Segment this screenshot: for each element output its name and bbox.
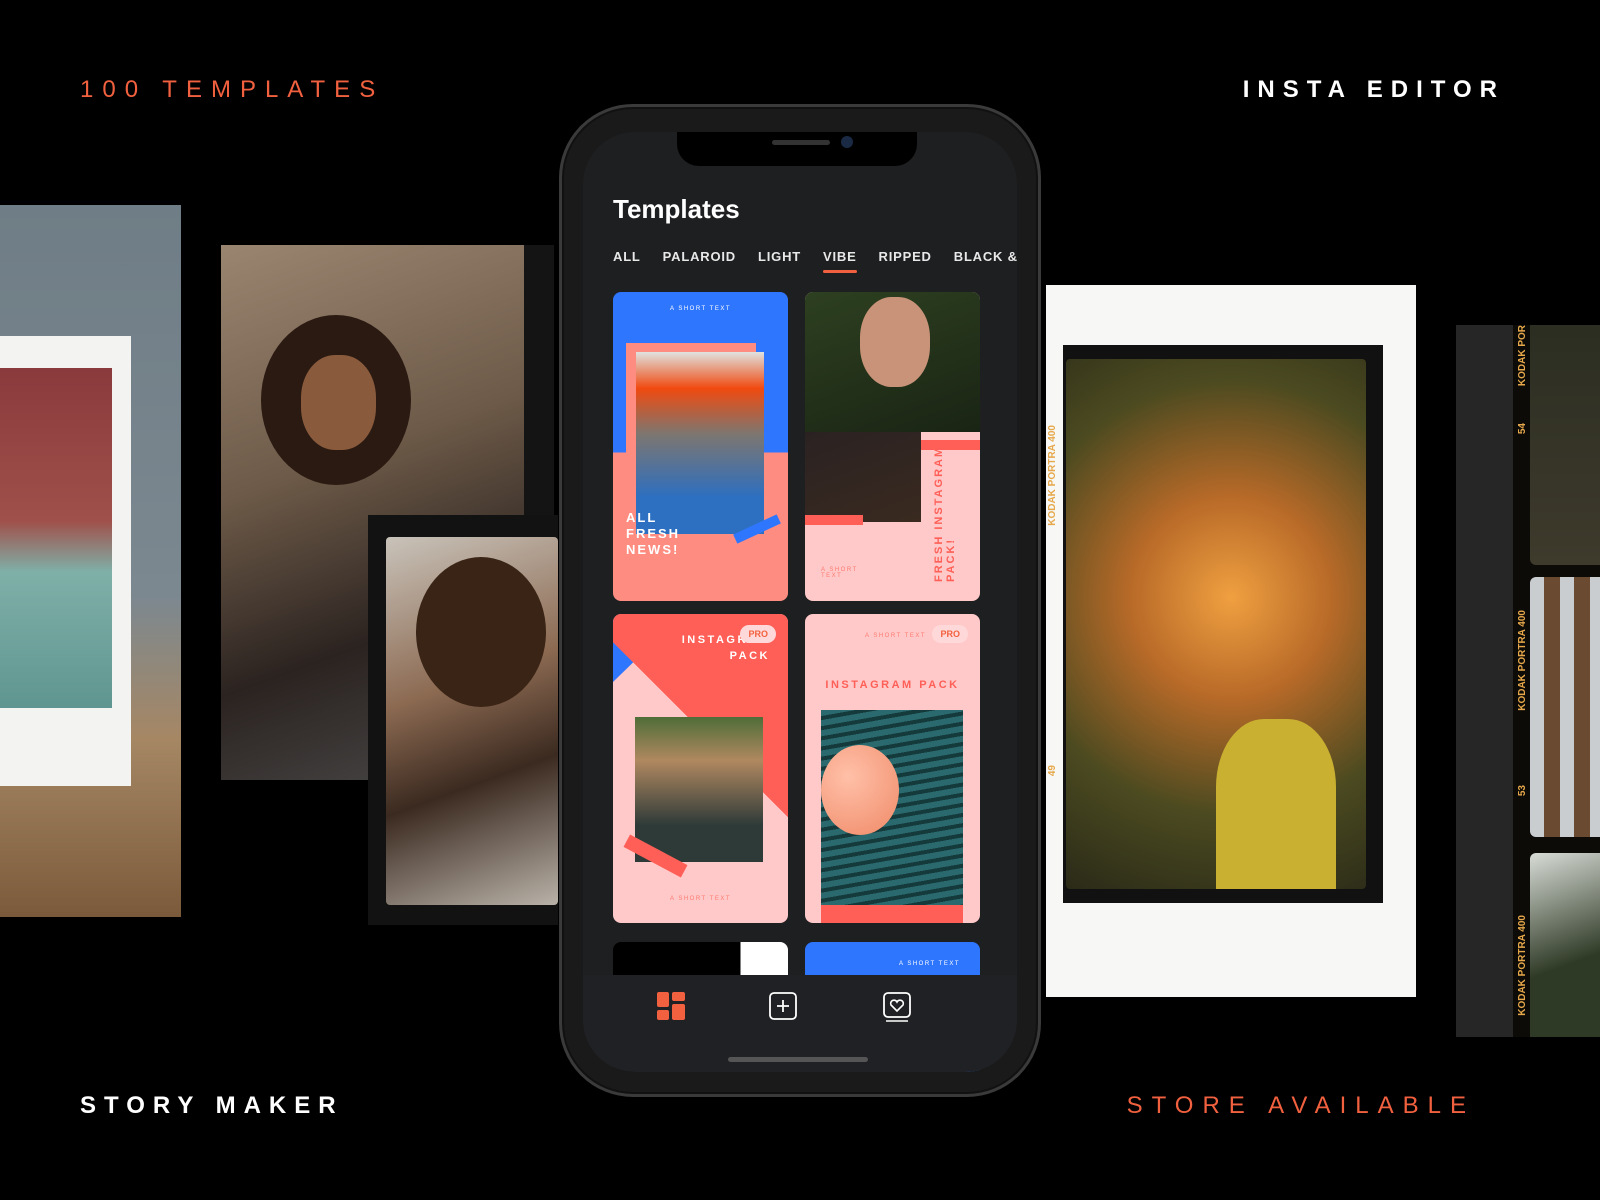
photo-curly-woman bbox=[386, 537, 558, 905]
card-top-text: A SHORT TEXT bbox=[669, 306, 731, 312]
film-label: KODAK POR bbox=[1517, 325, 1528, 387]
category-tabs: ALL PALAROID LIGHT VIBE RIPPED BLACK & W… bbox=[613, 249, 1017, 273]
card-top-text: A SHORT TEXT bbox=[865, 633, 927, 639]
polaroid-frame bbox=[0, 336, 131, 786]
hair-shape bbox=[416, 557, 546, 707]
template-card[interactable]: A SHORT TEXT FRESH INSTAGRAM PACK! bbox=[805, 292, 980, 601]
pro-badge: PRO bbox=[740, 625, 776, 643]
template-card[interactable]: A SHORT TEXT PRO INSTAGRAM PACK bbox=[805, 614, 980, 923]
caption-top-right: INSTA EDITOR bbox=[1242, 76, 1505, 103]
tab-palaroid[interactable]: PALAROID bbox=[663, 249, 736, 264]
favorites-heart-icon[interactable] bbox=[883, 992, 911, 1027]
film-label: 54 bbox=[1517, 423, 1528, 435]
film-label: KODAK PORTRA 400 bbox=[1047, 425, 1058, 526]
caption-top-left: 100 TEMPLATES bbox=[80, 76, 385, 103]
tab-black-white[interactable]: BLACK & WHITE bbox=[954, 249, 1017, 264]
add-square-icon[interactable] bbox=[769, 992, 797, 1025]
template-card[interactable]: INSTAGRAM PACK PRO A SHORT TEXT bbox=[613, 614, 788, 923]
film-frame bbox=[368, 515, 558, 925]
tab-ripped[interactable]: RIPPED bbox=[879, 249, 932, 264]
caption-bottom-left: STORY MAKER bbox=[80, 1092, 344, 1119]
card-photo bbox=[636, 352, 764, 534]
face-shape bbox=[860, 297, 930, 387]
yellow-shirt bbox=[1216, 719, 1336, 889]
face-shape bbox=[301, 355, 376, 450]
card-top-text: A SHORT TEXT bbox=[898, 961, 960, 967]
card-small-text: A SHORT TEXT bbox=[821, 567, 858, 579]
film-photo bbox=[1530, 577, 1600, 837]
film-photo bbox=[1530, 853, 1600, 1037]
film-label: KODAK PORTRA 400 bbox=[1517, 915, 1528, 1016]
stripe bbox=[805, 515, 863, 525]
tab-vibe[interactable]: VIBE bbox=[823, 249, 857, 273]
balloon-shape bbox=[821, 745, 899, 835]
film-photo bbox=[1530, 325, 1600, 565]
film-strip-edge bbox=[524, 245, 554, 515]
card-photo bbox=[821, 710, 963, 905]
tab-light[interactable]: LIGHT bbox=[758, 249, 801, 264]
card-photo bbox=[805, 432, 921, 522]
film-label: 53 bbox=[1517, 785, 1528, 797]
film-label: KODAK PORTRA 400 bbox=[1517, 610, 1528, 711]
camera bbox=[841, 136, 853, 148]
card-photo bbox=[635, 717, 763, 862]
app-screen: Templates ALL PALAROID LIGHT VIBE RIPPED… bbox=[583, 132, 1017, 1072]
templates-grid-icon[interactable] bbox=[657, 992, 685, 1025]
card-headline: FRESH INSTAGRAM PACK! bbox=[933, 445, 957, 582]
neon-photo bbox=[0, 368, 112, 708]
polaroid-right: KODAK PORTRA 400 49 bbox=[1046, 285, 1416, 997]
card-bottom-text: A SHORT TEXT bbox=[669, 896, 731, 902]
pro-badge: PRO bbox=[932, 625, 968, 643]
card-headline: ALL FRESH NEWS! bbox=[626, 510, 681, 557]
film-frame: KODAK PORTRA 400 49 bbox=[1047, 345, 1383, 903]
caption-bottom-right: STORE AVAILABLE bbox=[1126, 1092, 1475, 1119]
film-label: 49 bbox=[1047, 765, 1058, 777]
photo-pampas-neon bbox=[0, 205, 181, 917]
template-card[interactable]: A SHORT TEXT ALL FRESH NEWS! bbox=[613, 292, 788, 601]
card-headline: INSTAGRAM PACK bbox=[825, 679, 960, 691]
stripe bbox=[821, 905, 963, 923]
photo-woman-hair-sunset bbox=[1066, 359, 1366, 889]
phone-mockup: Templates ALL PALAROID LIGHT VIBE RIPPED… bbox=[559, 104, 1041, 1097]
notch bbox=[677, 132, 917, 166]
page-title: Templates bbox=[613, 194, 740, 224]
tab-all[interactable]: ALL bbox=[613, 249, 641, 264]
speaker bbox=[772, 140, 830, 145]
film-strip-right: KODAK POR 54 KODAK PORTRA 400 53 KODAK P… bbox=[1456, 325, 1600, 1037]
home-indicator bbox=[728, 1057, 868, 1062]
